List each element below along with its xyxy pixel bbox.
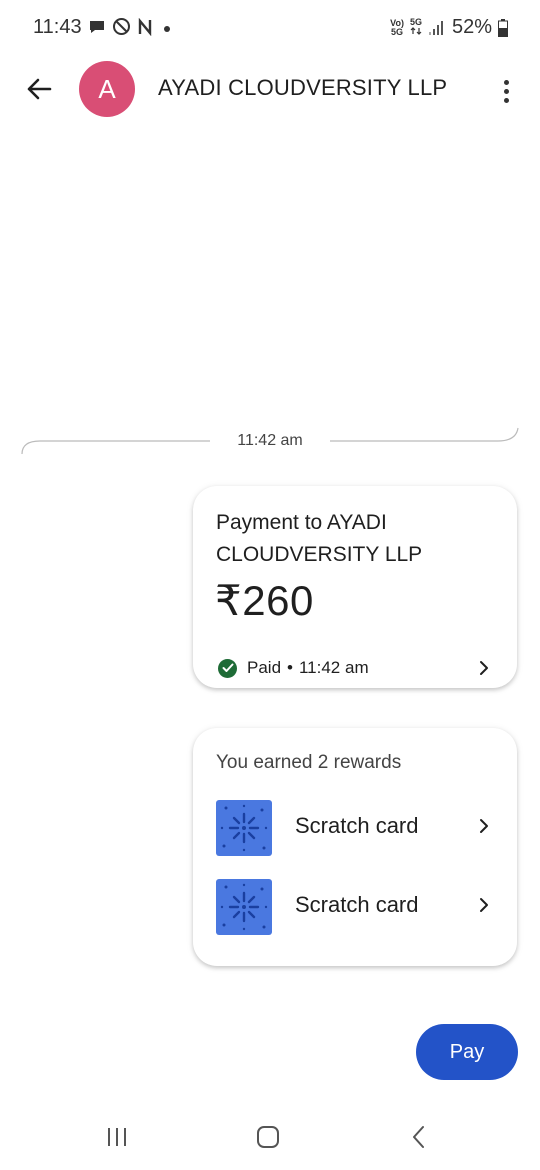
chevron-right-icon (479, 660, 489, 681)
reward-item-label: Scratch card (295, 813, 419, 838)
nfc-icon (138, 17, 152, 36)
payment-status-text: Paid (247, 658, 282, 677)
payment-title: Payment to AYADI CLOUDVERSITY LLP (216, 511, 423, 566)
status-system-icons: Vo) 5G 5G 52% (390, 16, 508, 39)
message-timestamp: 11:42 am (237, 432, 303, 449)
payment-card[interactable]: Payment to AYADI CLOUDVERSITY LLP ₹260 P… (193, 486, 517, 688)
home-icon (257, 1126, 279, 1148)
status-notification-icons (88, 17, 175, 36)
data-transfer-icon (410, 27, 422, 35)
chevron-right-icon (479, 897, 489, 918)
back-button[interactable] (22, 72, 56, 106)
more-options-button[interactable] (494, 74, 518, 108)
avatar[interactable]: A (79, 61, 135, 117)
pay-button[interactable]: Pay (416, 1024, 518, 1080)
scratch-card-icon (216, 879, 272, 935)
more-vert-icon (503, 79, 509, 85)
system-navigation-bar (0, 1104, 540, 1170)
recent-apps-button[interactable] (97, 1124, 137, 1150)
conversation-header: A AYADI CLOUDVERSITY LLP (0, 56, 540, 126)
volte-badge: Vo) 5G (390, 17, 404, 37)
payment-status: Paid • 11:42 am (218, 658, 369, 678)
chevron-right-icon (479, 818, 489, 839)
arrow-left-icon (27, 78, 52, 100)
signal-strength-icon (428, 20, 443, 35)
check-circle-icon (218, 658, 237, 678)
status-time: 11:43 (33, 16, 82, 38)
reward-item-scratch-card[interactable]: Scratch card (193, 877, 517, 937)
chat-bubble-icon (90, 20, 104, 33)
rewards-heading: You earned 2 rewards (216, 752, 402, 773)
back-chevron-icon (413, 1126, 424, 1148)
reward-item-scratch-card[interactable]: Scratch card (193, 798, 517, 858)
recent-apps-icon (108, 1128, 126, 1146)
status-bar: 11:43 Vo) 5G 5G 52% (0, 0, 540, 56)
home-button[interactable] (248, 1124, 288, 1150)
battery-percent: 52% (451, 16, 492, 38)
scratch-card-icon (216, 800, 272, 856)
status-separator: • (287, 658, 293, 677)
system-back-button[interactable] (399, 1124, 439, 1150)
timestamp-divider: 11:42 am (0, 420, 540, 460)
payment-status-time: 11:42 am (298, 658, 369, 677)
contact-name[interactable]: AYADI CLOUDVERSITY LLP (158, 75, 447, 101)
reward-item-label: Scratch card (295, 892, 419, 917)
do-not-disturb-icon (113, 18, 130, 35)
rewards-card: You earned 2 rewards Scratch card Scratc… (193, 728, 517, 966)
battery-icon (498, 18, 508, 37)
more-notifications-dot-icon (164, 25, 170, 32)
network-type-badge: 5G (410, 18, 422, 37)
payment-amount: ₹260 (215, 577, 314, 624)
